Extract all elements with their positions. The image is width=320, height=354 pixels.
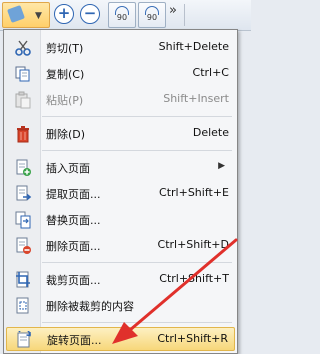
menu-item-label: 删除被裁剪的内容 xyxy=(46,300,134,313)
menu-item-insert-page[interactable]: 插入页面 ▶ xyxy=(6,156,235,180)
zoom-out-button[interactable]: − xyxy=(80,4,100,24)
paste-icon xyxy=(15,91,31,109)
menu-item-label: 删除页面... xyxy=(46,240,101,253)
menu-separator xyxy=(42,150,232,151)
menu-item-label: 替换页面... xyxy=(46,214,101,227)
menu-item-copy[interactable]: 复制(C) Ctrl+C xyxy=(6,62,235,86)
menu-item-shortcut: Ctrl+C xyxy=(192,66,229,79)
menu-item-cut[interactable]: 剪切(T) Shift+Delete xyxy=(6,36,235,60)
menu-item-rotate-page[interactable]: 旋转页面... Ctrl+Shift+R xyxy=(6,327,235,351)
menu-item-delete-page[interactable]: 删除页面... Ctrl+Shift+D xyxy=(6,234,235,258)
toolbar-divider xyxy=(184,4,185,26)
rotate-left-button[interactable]: 90 xyxy=(108,2,136,28)
crop-page-icon xyxy=(16,271,30,288)
rotate-page-icon xyxy=(17,331,31,348)
menu-item-shortcut: Shift+Delete xyxy=(158,40,229,53)
menu-item-replace-page[interactable]: 替换页面... xyxy=(6,208,235,232)
rotate-left-label: 90 xyxy=(116,13,128,22)
menu-item-label: 插入页面 xyxy=(46,162,90,175)
remove-cropped-icon xyxy=(16,297,29,314)
page-icon xyxy=(7,5,25,23)
menu-item-paste: 粘贴(P) Shift+Insert xyxy=(6,88,235,112)
rotate-right-button[interactable]: 90 xyxy=(138,2,166,28)
trash-icon xyxy=(17,126,29,143)
menu-item-shortcut: Ctrl+Shift+E xyxy=(159,186,229,199)
copy-icon xyxy=(15,66,30,82)
menu-item-delete[interactable]: 删除(D) Delete xyxy=(6,122,235,146)
replace-page-icon xyxy=(15,211,31,229)
toolbar: ▼ + − 90 90 » xyxy=(0,0,251,31)
menu-separator xyxy=(42,116,232,117)
menu-item-shortcut: Ctrl+Shift+D xyxy=(157,238,229,251)
menu-item-label: 旋转页面... xyxy=(47,334,102,347)
page-tools-dropdown-button[interactable]: ▼ xyxy=(2,2,50,28)
submenu-arrow-icon: ▶ xyxy=(218,161,225,171)
menu-separator xyxy=(42,262,232,263)
page-context-menu: 剪切(T) Shift+Delete 复制(C) Ctrl+C 粘贴(P) Sh… xyxy=(3,29,238,354)
menu-item-shortcut: Delete xyxy=(192,126,229,139)
menu-item-label: 删除(D) xyxy=(46,128,86,141)
menu-item-extract-page[interactable]: 提取页面... Ctrl+Shift+E xyxy=(6,182,235,206)
menu-item-shortcut: Ctrl+Shift+R xyxy=(157,332,228,345)
menu-separator xyxy=(42,322,232,323)
menu-item-label: 剪切(T) xyxy=(46,42,84,55)
insert-page-icon xyxy=(16,159,31,176)
menu-item-label: 提取页面... xyxy=(46,188,101,201)
menu-item-crop-page[interactable]: 裁剪页面... Ctrl+Shift+T xyxy=(6,268,235,292)
menu-item-label: 复制(C) xyxy=(46,68,85,81)
delete-page-icon xyxy=(16,237,31,254)
menu-item-label: 粘贴(P) xyxy=(46,94,84,107)
menu-item-shortcut: Shift+Insert xyxy=(163,92,229,105)
extract-page-icon xyxy=(16,185,32,201)
menu-item-shortcut: Ctrl+Shift+T xyxy=(159,272,229,285)
zoom-in-button[interactable]: + xyxy=(54,4,74,24)
rotate-right-label: 90 xyxy=(146,13,158,22)
chevron-down-icon: ▼ xyxy=(35,11,42,21)
menu-item-remove-cropped[interactable]: 删除被裁剪的内容 xyxy=(6,294,235,318)
more-tools-button[interactable]: » xyxy=(169,3,177,18)
menu-item-label: 裁剪页面... xyxy=(46,274,101,287)
scissors-icon xyxy=(15,40,31,56)
